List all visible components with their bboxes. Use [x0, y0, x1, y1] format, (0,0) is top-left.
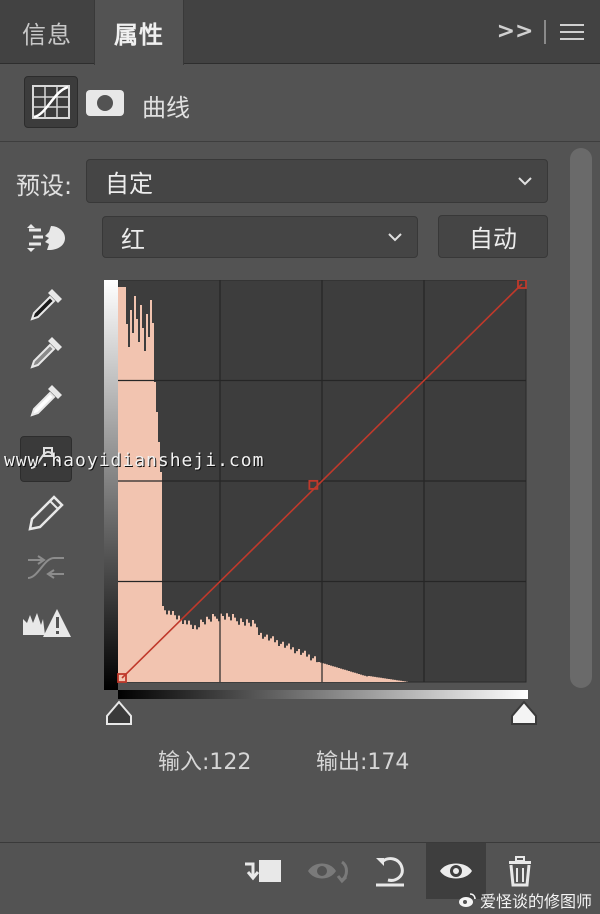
clip-to-layer-icon[interactable] [232, 843, 292, 899]
output-gradient-bar [104, 280, 118, 690]
channel-dropdown[interactable]: 红 [102, 216, 418, 258]
panel-tab-bar: 信息 属性 >> [0, 0, 600, 65]
chevron-down-icon [388, 233, 402, 242]
on-image-adjust-icon[interactable] [20, 214, 72, 260]
preset-dropdown[interactable]: 自定 [86, 159, 548, 203]
tab-properties[interactable]: 属性 [94, 0, 184, 65]
preset-label: 预设: [16, 172, 73, 200]
weibo-icon [458, 893, 476, 907]
input-readout: 输入:122 [158, 750, 252, 775]
layer-mask-icon[interactable] [86, 90, 124, 116]
adjustment-title: 曲线 [142, 94, 190, 122]
white-point-eyedropper-icon[interactable] [20, 378, 72, 424]
view-previous-state-icon[interactable] [298, 843, 358, 899]
credit-label: 爱怪谈的修图师 [458, 888, 592, 912]
gray-point-eyedropper-icon[interactable] [20, 330, 72, 376]
adjustment-header: 曲线 [0, 64, 600, 142]
output-readout: 输出:174 [316, 750, 410, 775]
smooth-curve-icon[interactable] [20, 544, 72, 590]
credit-text: 爱怪谈的修图师 [479, 892, 592, 911]
channel-value: 红 [121, 225, 145, 254]
curves-adjustment-icon[interactable] [24, 76, 78, 128]
chevron-down-icon [518, 177, 532, 186]
tab-info[interactable]: 信息 [0, 0, 94, 64]
pencil-draw-icon[interactable] [20, 490, 72, 536]
watermark-text: www.haoyidiansheji.com [4, 450, 265, 471]
clipping-warning-icon[interactable] [20, 600, 72, 646]
auto-button[interactable]: 自动 [438, 215, 548, 258]
black-point-slider[interactable] [105, 700, 133, 730]
tab-divider [544, 20, 546, 44]
white-point-slider[interactable] [510, 700, 538, 730]
preset-value: 自定 [105, 169, 153, 198]
hamburger-menu-icon[interactable] [560, 24, 584, 40]
curves-graph[interactable] [104, 280, 528, 690]
scrollbar-thumb[interactable] [570, 148, 592, 688]
reset-icon[interactable] [360, 843, 420, 899]
double-chevron-right-icon[interactable]: >> [497, 16, 534, 46]
curves-graph-canvas[interactable] [104, 280, 528, 690]
input-gradient-strip [118, 690, 528, 699]
black-point-eyedropper-icon[interactable] [20, 282, 72, 328]
